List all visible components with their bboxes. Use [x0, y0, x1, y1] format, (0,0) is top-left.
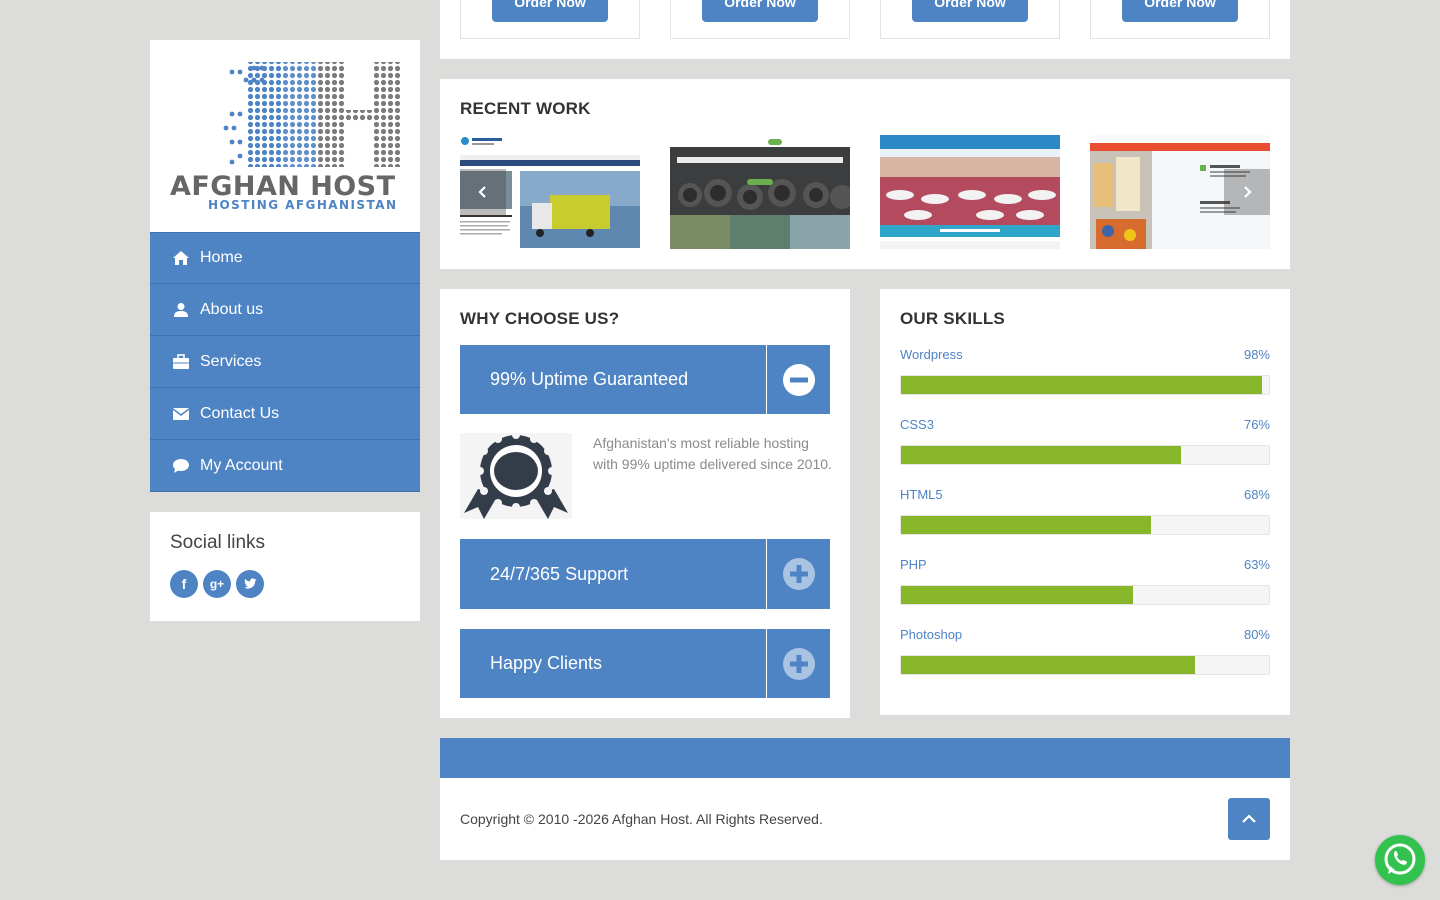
price-card: Order Now	[1090, 0, 1270, 39]
back-to-top-button[interactable]	[1228, 798, 1270, 840]
recent-work-carousel	[460, 135, 1270, 249]
accordion-toggle[interactable]	[766, 539, 830, 609]
nav-item-label: Services	[200, 352, 262, 370]
skill-progress-fill	[901, 516, 1152, 534]
skill-name: HTML5	[900, 487, 943, 502]
comment-icon	[170, 457, 192, 475]
skill-name: Photoshop	[900, 627, 963, 642]
plus-circle-icon	[782, 647, 815, 680]
nav-item-about[interactable]: About us	[150, 284, 420, 336]
minus-circle-icon	[782, 363, 815, 396]
skill-item-php: PHP 63%	[900, 557, 1270, 605]
skill-progress-fill	[901, 656, 1196, 674]
skill-progress-fill	[901, 446, 1181, 464]
accordion-text: Afghanistan's most reliable hosting with…	[593, 435, 832, 472]
skill-item-photoshop: Photoshop 80%	[900, 627, 1270, 675]
skill-progress-bar	[900, 375, 1270, 395]
home-icon	[170, 249, 192, 267]
why-choose-us-title: WHY CHOOSE US?	[460, 309, 620, 328]
skill-percent: 63%	[1243, 557, 1270, 572]
price-card: Order Now	[670, 0, 850, 39]
skill-progress-bar	[900, 655, 1270, 675]
skill-percent: 98%	[1243, 347, 1270, 362]
nav-item-my-account[interactable]: My Account	[150, 440, 420, 492]
footer-bar	[440, 738, 1290, 778]
chevron-right-icon	[1244, 186, 1252, 198]
price-card: Order Now	[460, 0, 640, 39]
accordion-toggle[interactable]	[766, 345, 830, 414]
accordion-label: Happy Clients	[490, 653, 603, 673]
skill-name: CSS3	[900, 417, 934, 432]
carousel-next-arrow[interactable]	[1224, 169, 1270, 215]
whatsapp-chat-button[interactable]	[1375, 835, 1425, 885]
order-now-button[interactable]: Order Now	[912, 0, 1028, 22]
skill-percent: 80%	[1243, 627, 1270, 642]
recent-work-title: RECENT WORK	[460, 99, 591, 118]
sidebar: AFGHAN HOST HOSTING AFGHANISTAN Home Abo…	[150, 40, 420, 621]
user-icon	[170, 301, 192, 319]
nav-item-label: About us	[200, 300, 264, 318]
social-icons: f g+	[170, 570, 400, 598]
skill-percent: 76%	[1243, 417, 1270, 432]
skill-progress-fill	[901, 376, 1262, 394]
order-now-button[interactable]: Order Now	[492, 0, 608, 22]
twitter-icon[interactable]	[236, 570, 264, 598]
social-links-title: Social links	[170, 532, 266, 553]
copyright-text: Copyright © 2010 -2026 Afghan Host. All …	[460, 811, 823, 827]
award-badge-icon	[460, 431, 572, 519]
skill-name: Wordpress	[900, 347, 963, 362]
recent-work-section: RECENT WORK	[440, 79, 1290, 269]
svg-text:HOSTING AFGHANISTAN: HOSTING AFGHANISTAN	[208, 198, 396, 212]
why-choose-us-section: WHY CHOOSE US? 99% Uptime Guaranteed Afg…	[440, 289, 850, 718]
chevron-left-icon	[478, 186, 486, 198]
accordion-item-happy-clients[interactable]: Happy Clients	[460, 629, 830, 698]
main-nav: Home About us Services Contact Us My Acc…	[150, 232, 420, 492]
recent-work-thumb[interactable]	[670, 135, 850, 249]
envelope-icon	[170, 405, 192, 423]
nav-item-services[interactable]: Services	[150, 336, 420, 388]
skill-progress-fill	[901, 586, 1133, 604]
nav-item-home[interactable]: Home	[150, 232, 420, 284]
accordion-label: 24/7/365 Support	[490, 563, 629, 584]
skill-item-html5: HTML5 68%	[900, 487, 1270, 535]
accordion-label: 99% Uptime Guaranteed	[490, 369, 689, 389]
footer: Copyright © 2010 -2026 Afghan Host. All …	[440, 778, 1290, 860]
skill-progress-bar	[900, 445, 1270, 465]
google-plus-icon[interactable]: g+	[203, 570, 231, 598]
skill-item-wordpress: Wordpress 98%	[900, 347, 1270, 395]
price-card: Order Now	[880, 0, 1060, 39]
our-skills-section: OUR SKILLS Wordpress 98% CSS3 76% HTML5 68%…	[880, 289, 1290, 715]
our-skills-title: OUR SKILLS	[900, 309, 1005, 328]
whatsapp-icon	[1384, 843, 1416, 875]
skill-percent: 68%	[1243, 487, 1270, 502]
skill-name: PHP	[900, 557, 927, 572]
nav-item-contact[interactable]: Contact Us	[150, 388, 420, 440]
order-now-button[interactable]: Order Now	[702, 0, 818, 22]
plus-circle-icon	[782, 558, 815, 590]
nav-item-label: Contact Us	[200, 404, 280, 422]
pricing-section: Order Now Order Now Order Now Order Now	[440, 0, 1290, 59]
skill-progress-bar	[900, 515, 1270, 535]
carousel-prev-arrow[interactable]	[460, 169, 506, 215]
order-now-button[interactable]: Order Now	[1122, 0, 1238, 22]
social-links-box: Social links f g+	[150, 512, 420, 621]
accordion-item-uptime[interactable]: 99% Uptime Guaranteed	[460, 345, 830, 414]
nav-item-label: My Account	[200, 456, 283, 474]
skill-item-css3: CSS3 76%	[900, 417, 1270, 465]
accordion-item-support[interactable]: 24/7/365 Support	[460, 539, 830, 609]
accordion-toggle[interactable]	[766, 629, 830, 698]
chevron-up-icon	[1242, 814, 1256, 823]
skill-progress-bar	[900, 585, 1270, 605]
briefcase-icon	[170, 353, 192, 371]
facebook-icon[interactable]: f	[170, 570, 198, 598]
afghan-host-logo-icon: AFGHAN HOST HOSTING AFGHANISTAN	[170, 62, 400, 212]
logo[interactable]: AFGHAN HOST HOSTING AFGHANISTAN	[150, 40, 420, 232]
accordion-content-uptime: Afghanistan's most reliable hosting with…	[460, 431, 832, 519]
recent-work-thumb[interactable]	[880, 135, 1060, 249]
nav-item-label: Home	[200, 249, 243, 266]
